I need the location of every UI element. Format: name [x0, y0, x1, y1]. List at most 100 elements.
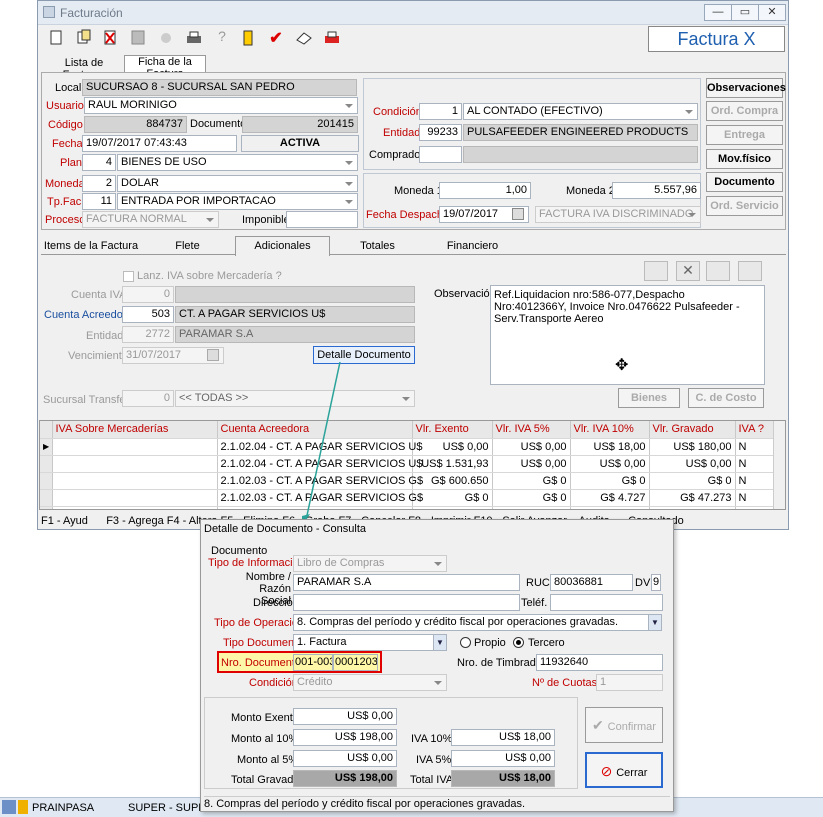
table-cell[interactable]: [52, 438, 218, 456]
tipo-operacion-select[interactable]: 8. Compras del período y crédito fiscal …: [293, 614, 662, 631]
direccion-field[interactable]: [293, 594, 520, 611]
tercero-radio[interactable]: [513, 637, 524, 648]
calendar-icon[interactable]: [512, 208, 524, 220]
exit-icon[interactable]: [237, 27, 259, 47]
table-cell[interactable]: G$ 47.273: [649, 489, 736, 507]
row-selector[interactable]: [40, 472, 53, 490]
table-cell[interactable]: N: [735, 489, 776, 507]
row-selector[interactable]: [40, 506, 53, 509]
tab-ficha-factura[interactable]: Ficha de la Factura: [124, 55, 206, 80]
table-cell[interactable]: N: [735, 455, 776, 473]
table-cell[interactable]: G$ 0: [570, 472, 650, 490]
taskbar-item-prainpasa[interactable]: PRAINPASA: [32, 802, 94, 814]
table-row[interactable]: 2.1.02.04 - CT. A PAGAR SERVICIOS U$ US$ …: [40, 455, 776, 473]
table-cell[interactable]: [52, 472, 218, 490]
table-cell[interactable]: G$ 0: [412, 489, 493, 507]
print-icon[interactable]: [183, 27, 205, 47]
table-cell[interactable]: G$ 15.179: [649, 506, 736, 509]
tab-flete[interactable]: Flete: [140, 240, 235, 252]
close-button[interactable]: ✕: [758, 4, 786, 21]
iva10-field[interactable]: US$ 18,00: [451, 729, 555, 746]
tab-lista-facturas[interactable]: Lista de Facturas: [45, 57, 123, 81]
table-cell[interactable]: G$ 600.650: [412, 472, 493, 490]
moneda-num[interactable]: 2: [82, 175, 116, 192]
col-iva-mercaderias[interactable]: IVA Sobre Mercaderías: [52, 421, 218, 439]
help-icon[interactable]: ?: [211, 27, 233, 47]
monto-exento-field[interactable]: US$ 0,00: [293, 708, 397, 725]
col-iva-flag[interactable]: IVA ?: [735, 421, 776, 439]
table-cell[interactable]: US$ 18,00: [570, 438, 650, 456]
table-row[interactable]: 2.1.02.03 - CT. A PAGAR SERVICIOS G$G$ 0…: [40, 506, 776, 509]
table-cell[interactable]: US$ 0,00: [492, 438, 571, 456]
eraser-icon[interactable]: [293, 27, 315, 47]
observaciones-button[interactable]: Observaciones: [706, 78, 786, 98]
tab-adicionales[interactable]: Adicionales: [235, 236, 330, 256]
table-row[interactable]: 2.1.02.03 - CT. A PAGAR SERVICIOS G$G$ 0…: [40, 489, 776, 507]
table-cell[interactable]: [52, 455, 218, 473]
table-cell[interactable]: G$ 0: [492, 472, 571, 490]
row-selector[interactable]: [40, 455, 53, 473]
monto5-field[interactable]: US$ 0,00: [293, 750, 397, 767]
table-cell[interactable]: [52, 489, 218, 507]
table-cell[interactable]: US$ 0,00: [412, 438, 493, 456]
plan-select[interactable]: BIENES DE USO: [117, 154, 358, 171]
tab-totales[interactable]: Totales: [330, 240, 425, 252]
table-cell[interactable]: US$ 0,00: [570, 455, 650, 473]
tipo-operacion-dropdown-icon[interactable]: ▼: [648, 615, 661, 630]
cuenta-acreedora-num[interactable]: 503: [122, 306, 174, 323]
row-selector[interactable]: ▶: [40, 438, 53, 456]
tipo-documento-select[interactable]: 1. Factura: [293, 634, 447, 651]
telef-field[interactable]: [550, 594, 663, 611]
new-icon[interactable]: [45, 27, 67, 47]
ruc-field[interactable]: 80036881: [550, 574, 633, 591]
moneda1-field[interactable]: 1,00: [439, 182, 531, 199]
table-row[interactable]: 2.1.02.03 - CT. A PAGAR SERVICIOS G$ G$ 6…: [40, 472, 776, 490]
col-vlr-iva10[interactable]: Vlr. IVA 10%: [570, 421, 650, 439]
usuario-select[interactable]: RAUL MORINIGO: [84, 97, 358, 114]
condicion-select[interactable]: AL CONTADO (EFECTIVO): [463, 103, 698, 120]
tpfac-select[interactable]: ENTRADA POR IMPORTACAO: [117, 193, 358, 210]
mov-fisico-button[interactable]: Mov.físico: [706, 149, 783, 169]
table-cell[interactable]: US$ 0,00: [649, 455, 736, 473]
moneda-select[interactable]: DOLAR: [117, 175, 358, 192]
table-cell[interactable]: G$ 0: [649, 472, 736, 490]
imponible-field[interactable]: [286, 211, 358, 228]
monto10-field[interactable]: US$ 198,00: [293, 729, 397, 746]
table-cell[interactable]: N: [735, 438, 776, 456]
nro-documento-numero[interactable]: 0001203: [333, 654, 378, 671]
table-cell[interactable]: US$ 0,00: [492, 455, 571, 473]
tab-financiero[interactable]: Financiero: [425, 240, 520, 252]
confirm-icon[interactable]: ✔: [265, 27, 287, 47]
maximize-button[interactable]: ▭: [731, 4, 759, 21]
delete-icon[interactable]: [99, 27, 121, 47]
comprador-num[interactable]: [419, 146, 462, 163]
col-vlr-gravado[interactable]: Vlr. Gravado: [649, 421, 736, 439]
nombre-field[interactable]: PARAMAR S.A: [293, 574, 520, 591]
entidad-num[interactable]: 99233: [419, 124, 462, 141]
col-vlr-iva5[interactable]: Vlr. IVA 5%: [492, 421, 571, 439]
table-cell[interactable]: G$ 4.727: [570, 489, 650, 507]
save-icon[interactable]: [127, 27, 149, 47]
plan-num[interactable]: 4: [82, 154, 116, 171]
table-row[interactable]: ▶ 2.1.02.04 - CT. A PAGAR SERVICIOS U$ US$…: [40, 438, 776, 456]
propio-radio[interactable]: [460, 637, 471, 648]
tpfac-num[interactable]: 11: [82, 193, 116, 210]
condicion-num[interactable]: 1: [419, 103, 462, 120]
table-cell[interactable]: N: [735, 506, 776, 509]
table-cell[interactable]: US$ 1.531,93: [412, 455, 493, 473]
iva5-field[interactable]: US$ 0,00: [451, 750, 555, 767]
minimize-button[interactable]: —: [704, 4, 732, 21]
grid-scrollbar[interactable]: [773, 421, 785, 509]
table-cell[interactable]: US$ 180,00: [649, 438, 736, 456]
cerrar-button[interactable]: ⊘ Cerrar: [585, 752, 663, 788]
nro-documento-serie[interactable]: 001-003: [293, 654, 333, 671]
table-cell[interactable]: G$ 0: [492, 506, 571, 509]
fecha-field[interactable]: 19/07/2017 07:43:43: [82, 135, 237, 152]
documento-button[interactable]: Documento: [706, 172, 783, 192]
table-cell[interactable]: N: [735, 472, 776, 490]
tab-items[interactable]: Items de la Factura: [41, 240, 141, 252]
timbrado-field[interactable]: 11932640: [536, 654, 663, 671]
moneda2-field[interactable]: 5.557,96: [612, 182, 701, 199]
dv-field[interactable]: 9: [651, 574, 661, 591]
copy-icon[interactable]: [73, 27, 95, 47]
